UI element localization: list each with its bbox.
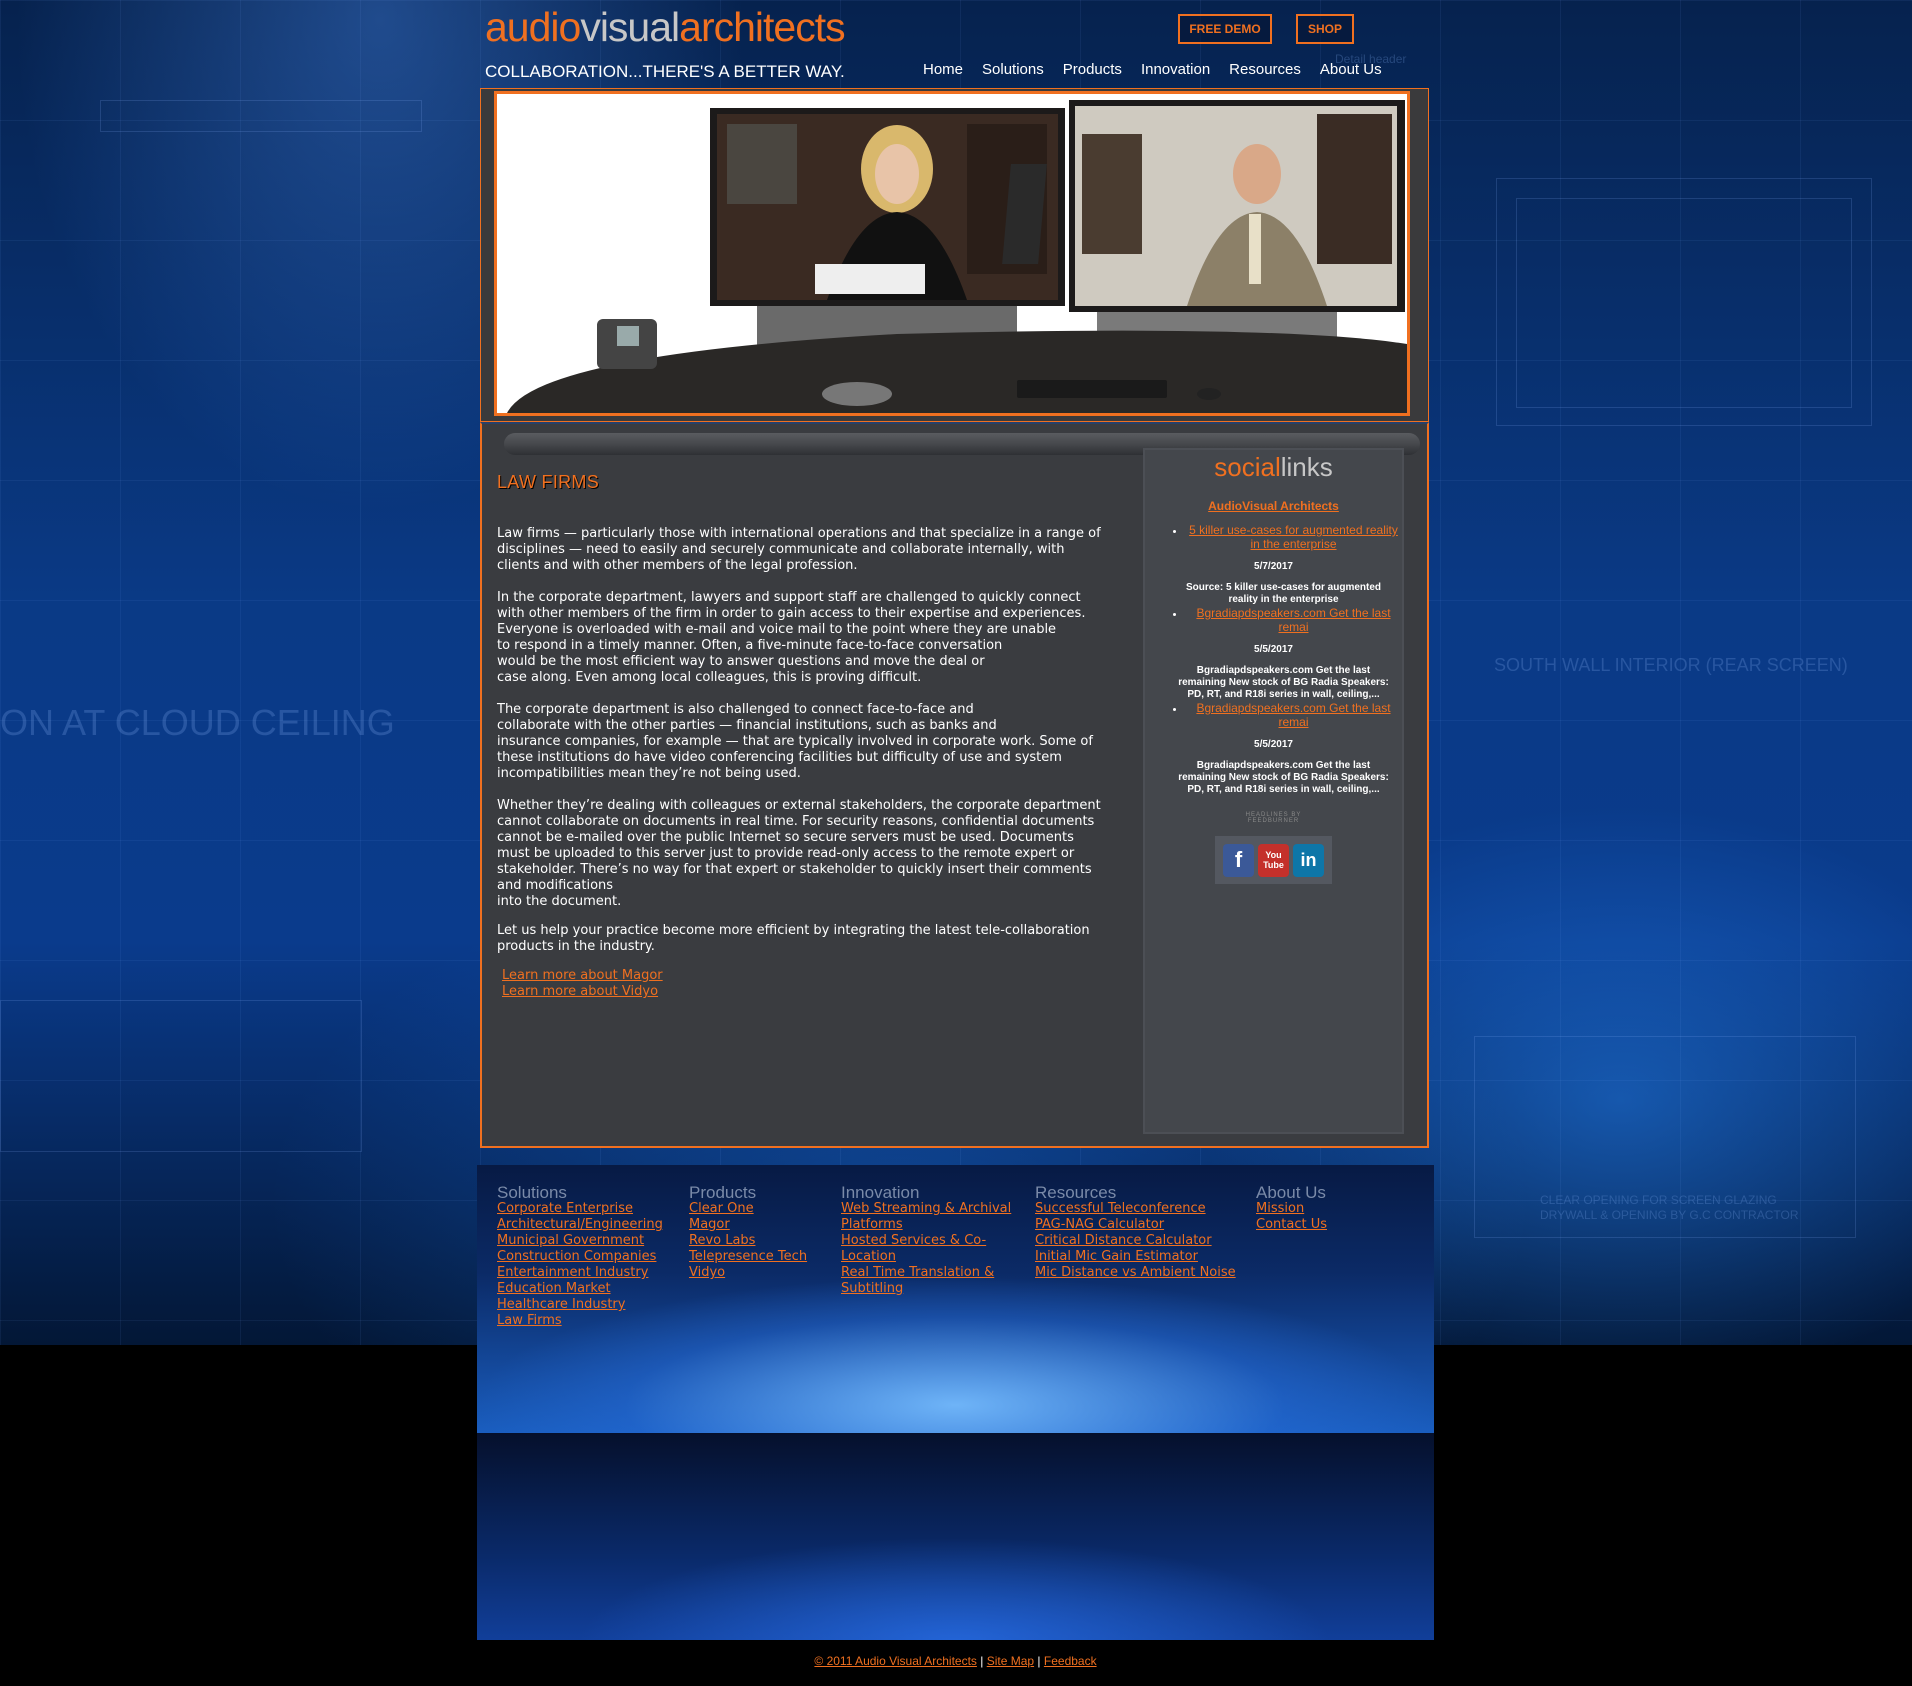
- feed-list: Bgradiapdspeakers.com Get the last remai: [1145, 701, 1402, 729]
- learn-more-vidyo-link[interactable]: Learn more about Vidyo: [502, 984, 1104, 1000]
- footer-heading: Resources: [1035, 1183, 1117, 1202]
- paragraph: Let us help your practice become more ef…: [497, 923, 1090, 954]
- feed-item: 5 killer use-cases for augmented reality…: [1185, 523, 1402, 551]
- footer-link[interactable]: Corporate Enterprise: [497, 1201, 663, 1217]
- copyright-link[interactable]: © 2011 Audio Visual Architects: [814, 1654, 977, 1668]
- main-content: LAW FIRMS Law firms — particularly those…: [497, 472, 1104, 1000]
- paragraph: The corporate department is also challen…: [497, 702, 1093, 781]
- separator: |: [980, 1654, 984, 1668]
- footer-heading: Products: [689, 1183, 757, 1202]
- lower-glow-panel: [477, 1433, 1434, 1640]
- blueprint-label-right: SOUTH WALL INTERIOR (REAR SCREEN): [1494, 655, 1848, 675]
- feed-item-link[interactable]: Bgradiapdspeakers.com Get the last remai: [1196, 606, 1390, 634]
- paragraph: In the corporate department, lawyers and…: [497, 590, 1086, 685]
- footer-link[interactable]: Entertainment Industry: [497, 1265, 663, 1281]
- footer-link[interactable]: Critical Distance Calculator: [1035, 1233, 1236, 1249]
- facebook-icon[interactable]: f: [1223, 843, 1254, 877]
- footer-link[interactable]: Education Market: [497, 1281, 663, 1297]
- footer-link[interactable]: Web Streaming & Archival Platforms: [841, 1201, 1021, 1233]
- footer: Solutions Corporate Enterprise Architect…: [477, 1165, 1434, 1433]
- footer-heading: Innovation: [841, 1183, 920, 1202]
- footer-heading: Solutions: [497, 1183, 567, 1202]
- feed-item-date: 5/5/2017: [1254, 644, 1293, 655]
- news-feed: AudioVisual Architects 5 killer use-case…: [1145, 499, 1402, 824]
- blueprint-rect: [0, 1000, 362, 1152]
- nav-about-us[interactable]: About Us: [1320, 61, 1382, 78]
- free-demo-button[interactable]: FREE DEMO: [1178, 14, 1272, 44]
- feed-item-link[interactable]: 5 killer use-cases for augmented reality…: [1189, 523, 1398, 551]
- footer-link[interactable]: Initial Mic Gain Estimator: [1035, 1249, 1236, 1265]
- footer-link[interactable]: Hosted Services & Co-Location: [841, 1233, 1021, 1265]
- footer-link[interactable]: Clear One: [689, 1201, 807, 1217]
- linkedin-icon[interactable]: in: [1293, 843, 1324, 877]
- feed-item-link[interactable]: Bgradiapdspeakers.com Get the last remai: [1196, 701, 1390, 729]
- footer-link[interactable]: Contact Us: [1256, 1217, 1327, 1233]
- paragraph: Whether they’re dealing with colleagues …: [497, 798, 1101, 909]
- logo-visual: visual: [580, 4, 680, 50]
- nav-solutions[interactable]: Solutions: [982, 61, 1044, 78]
- nav-home[interactable]: Home: [923, 61, 963, 78]
- footer-link[interactable]: Architectural/Engineering: [497, 1217, 663, 1233]
- feed-item-source: Bgradiapdspeakers.com Get the last remai…: [1178, 760, 1389, 795]
- footer-col-resources: Resources Successful Teleconference PAG-…: [1035, 1183, 1236, 1281]
- footer-link[interactable]: Telepresence Tech: [689, 1249, 807, 1265]
- blueprint-rect: [1516, 198, 1852, 408]
- nav-resources[interactable]: Resources: [1229, 61, 1301, 78]
- sitemap-link[interactable]: Site Map: [987, 1654, 1034, 1668]
- page-title: LAW FIRMS: [497, 472, 600, 492]
- feed-list: 5 killer use-cases for augmented reality…: [1145, 523, 1402, 551]
- footer-link[interactable]: Law Firms: [497, 1313, 663, 1329]
- logo-audio: audio: [485, 4, 581, 50]
- footer-link[interactable]: Municipal Government: [497, 1233, 663, 1249]
- feed-item-source: Source: 5 killer use-cases for augmented…: [1185, 582, 1382, 605]
- videoconference-illustration: [497, 94, 1407, 413]
- social-links-panel: sociallinks AudioVisual Architects 5 kil…: [1143, 448, 1404, 1134]
- footer-col-about: About Us Mission Contact Us: [1256, 1183, 1327, 1233]
- social-title-social: social: [1214, 452, 1281, 482]
- feed-item-date: 5/5/2017: [1254, 739, 1293, 750]
- feedburner-badge[interactable]: HEADLINES BY FEEDBURNER: [1229, 812, 1319, 824]
- social-title-links: links: [1280, 452, 1333, 482]
- blueprint-rect: [100, 100, 422, 132]
- footer-link[interactable]: Revo Labs: [689, 1233, 807, 1249]
- footer-col-products: Products Clear One Magor Revo Labs Telep…: [689, 1183, 807, 1281]
- footer-col-innovation: Innovation Web Streaming & Archival Plat…: [841, 1183, 1021, 1297]
- footer-link[interactable]: Real Time Translation & Subtitling: [841, 1265, 1021, 1297]
- shop-button[interactable]: SHOP: [1296, 14, 1354, 44]
- logo-architects: architects: [679, 4, 845, 50]
- footer-col-solutions: Solutions Corporate Enterprise Architect…: [497, 1183, 663, 1329]
- feed-item-date: 5/7/2017: [1254, 561, 1293, 572]
- footer-link[interactable]: Construction Companies: [497, 1249, 663, 1265]
- feed-title-link[interactable]: AudioVisual Architects: [1145, 499, 1402, 513]
- separator: |: [1037, 1654, 1041, 1668]
- learn-more-magor-link[interactable]: Learn more about Magor: [502, 968, 1104, 984]
- feed-list: Bgradiapdspeakers.com Get the last remai: [1145, 606, 1402, 634]
- footer-link[interactable]: Mic Distance vs Ambient Noise: [1035, 1265, 1236, 1281]
- content-panel: LAW FIRMS Law firms — particularly those…: [480, 422, 1429, 1148]
- hero-image: [494, 91, 1410, 416]
- social-links-title: sociallinks: [1145, 452, 1402, 483]
- feed-item: Bgradiapdspeakers.com Get the last remai: [1185, 606, 1402, 634]
- nav-innovation[interactable]: Innovation: [1141, 61, 1210, 78]
- footer-link[interactable]: Mission: [1256, 1201, 1327, 1217]
- main-nav: Home Solutions Products Innovation Resou…: [923, 61, 1401, 78]
- site-logo[interactable]: audiovisualarchitects: [485, 4, 846, 51]
- tagline: COLLABORATION...THERE'S A BETTER WAY.: [485, 62, 845, 81]
- youtube-icon[interactable]: You Tube: [1258, 843, 1289, 877]
- footer-link[interactable]: Successful Teleconference: [1035, 1201, 1236, 1217]
- social-icons: f You Tube in: [1215, 836, 1332, 884]
- feed-item-source: Bgradiapdspeakers.com Get the last remai…: [1178, 665, 1389, 700]
- copyright-bar: © 2011 Audio Visual Architects | Site Ma…: [477, 1654, 1434, 1668]
- feed-item: Bgradiapdspeakers.com Get the last remai: [1185, 701, 1402, 729]
- footer-link[interactable]: Magor: [689, 1217, 807, 1233]
- footer-link[interactable]: Vidyo: [689, 1265, 807, 1281]
- nav-products[interactable]: Products: [1063, 61, 1122, 78]
- blueprint-label-left: ON AT CLOUD CEILING: [0, 702, 395, 743]
- feedback-link[interactable]: Feedback: [1044, 1654, 1097, 1668]
- footer-link[interactable]: Healthcare Industry: [497, 1297, 663, 1313]
- footer-heading: About Us: [1256, 1183, 1326, 1202]
- footer-link[interactable]: PAG-NAG Calculator: [1035, 1217, 1236, 1233]
- paragraph: Law firms — particularly those with inte…: [497, 526, 1101, 573]
- blueprint-rect: [1474, 1036, 1856, 1238]
